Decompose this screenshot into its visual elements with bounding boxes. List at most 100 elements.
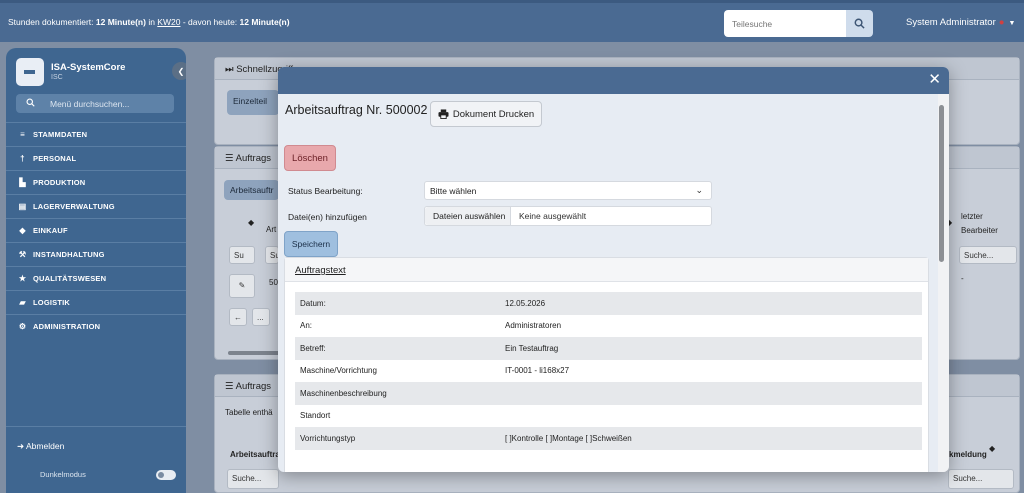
row-key: Maschine/Vorrichtung <box>300 366 377 376</box>
printer-icon <box>438 109 449 119</box>
star-icon: ★ <box>18 274 27 283</box>
orders-tab[interactable]: Arbeitsauftr <box>224 180 279 200</box>
status-select[interactable]: Bitte wählen ⌄ <box>424 181 712 200</box>
page-ellipsis[interactable]: ... <box>252 308 270 326</box>
brand-name: ISA-SystemCore <box>51 62 126 73</box>
col-last-editor-2: Bearbeiter <box>961 226 998 235</box>
chevron-down-icon: ▼ <box>1008 20 1016 27</box>
users-cog-icon: ⚙ <box>18 322 27 331</box>
sidebar-item-label: PRODUKTION <box>33 178 86 187</box>
work-order-modal: ✕ Arbeitsauftrag Nr. 500002 Dokument Dru… <box>278 67 949 472</box>
sidebar-item-label: EINKAUF <box>33 226 68 235</box>
logout-link[interactable]: ➜ Abmelden <box>17 441 64 452</box>
row-key: Betreff: <box>300 343 326 353</box>
table-row: Standort <box>295 405 922 428</box>
files-status: Keine ausgewählt <box>519 211 587 221</box>
search-icon <box>26 98 35 109</box>
filter-field[interactable]: Suche... <box>227 469 279 489</box>
sidebar-item-lagerverwaltung[interactable]: ▤ LAGERVERWALTUNG <box>6 194 186 218</box>
modal-body: Arbeitsauftrag Nr. 500002 Dokument Druck… <box>278 94 938 472</box>
table-row: Maschinenbeschreibung <box>295 382 922 405</box>
col-meldung: kmeldung <box>949 450 987 459</box>
sort-icon[interactable]: ◆ <box>248 218 254 227</box>
save-button[interactable]: Speichern <box>284 231 338 257</box>
notification-icon[interactable]: ● <box>999 17 1005 28</box>
dark-mode-toggle[interactable] <box>156 470 176 480</box>
sidebar-item-logistik[interactable]: ▰ LOGISTIK <box>6 290 186 314</box>
sidebar-item-administration[interactable]: ⚙ ADMINISTRATION <box>6 314 186 338</box>
row-dash: - <box>961 274 964 283</box>
print-label: Dokument Drucken <box>452 108 535 120</box>
filter-field[interactable]: Su <box>229 246 255 264</box>
table-scrollbar[interactable] <box>228 351 280 355</box>
sidebar-nav: ≡ STAMMDATEN † PERSONAL ▙ PRODUKTION ▤ LAGER… <box>6 122 186 338</box>
sidebar: ISA-SystemCore ISC ❮ Menü durchsuchen...… <box>6 48 186 493</box>
table-row: Betreff: Ein Testauftrag <box>295 337 922 360</box>
table-row: An: Administratoren <box>295 315 922 338</box>
dark-mode-label: Dunkelmodus <box>40 470 86 479</box>
choose-files-button[interactable]: Dateien auswählen <box>425 207 511 225</box>
sort-icon[interactable]: ◆ <box>989 444 995 453</box>
truck-icon: ▰ <box>19 298 26 307</box>
order-text-title: Auftragstext <box>285 258 928 282</box>
col-art: Art <box>266 225 277 234</box>
sidebar-item-label: ADMINISTRATION <box>33 322 101 331</box>
hours-in: in <box>145 17 158 27</box>
col-last-editor-1: letzter <box>961 212 983 221</box>
table-row: Vorrichtungstyp [ ]Kontrolle [ ]Montage [… <box>295 427 922 450</box>
file-input[interactable]: Dateien auswählen Keine ausgewählt <box>424 206 712 226</box>
orders-title: Auftrags <box>235 153 272 164</box>
files-label: Datei(en) hinzufügen <box>288 212 367 222</box>
brand-sub: ISC <box>51 74 63 81</box>
sidebar-item-instandhaltung[interactable]: ⚒ INSTANDHALTUNG <box>6 242 186 266</box>
row-key: Standort <box>300 411 331 421</box>
delete-button[interactable]: Löschen <box>284 145 336 171</box>
list-icon: ☰ <box>225 381 236 392</box>
filter-field[interactable]: Suche... <box>948 469 1014 489</box>
hours-value: 12 Minute(n) <box>95 17 146 27</box>
list-icon: ☰ <box>225 153 236 164</box>
collapse-sidebar-button[interactable]: ❮ <box>172 62 186 80</box>
cart-icon: ◆ <box>19 226 26 235</box>
row-key: An: <box>300 321 313 331</box>
close-icon[interactable]: ✕ <box>928 71 941 89</box>
print-document-button[interactable]: Dokument Drucken <box>430 101 542 127</box>
menu-search-input[interactable]: Menü durchsuchen... <box>16 94 174 113</box>
sidebar-item-produktion[interactable]: ▙ PRODUKTION <box>6 170 186 194</box>
part-search-input[interactable] <box>724 10 846 37</box>
row-key: Datum: <box>300 298 326 308</box>
row-key: Maschinenbeschreibung <box>300 388 387 398</box>
order-details-table: Datum: 12.05.2026 An: Administratoren Betr… <box>295 292 922 450</box>
sidebar-item-personal[interactable]: † PERSONAL <box>6 146 186 170</box>
modal-title: Arbeitsauftrag Nr. 500002 <box>285 103 428 117</box>
sidebar-item-label: STAMMDATEN <box>33 130 88 139</box>
edit-button[interactable]: ✎ <box>229 274 255 298</box>
chevron-down-icon: ⌄ <box>695 185 703 195</box>
week-link[interactable]: KW20 <box>157 17 180 27</box>
user-menu[interactable]: System Administrator ● ▼ <box>906 17 1015 28</box>
modal-scrollbar[interactable] <box>939 105 944 262</box>
table-info-text: Tabelle enthä <box>225 408 273 417</box>
sidebar-item-label: LOGISTIK <box>33 298 71 307</box>
order-text-card: Auftragstext Datum: 12.05.2026 An: Adminis… <box>284 257 929 472</box>
quick-tab-einzelteil[interactable]: Einzelteil <box>227 90 279 115</box>
edit-icon: ✎ <box>238 281 246 290</box>
wrench-icon: ⚒ <box>18 250 27 259</box>
top-bar: Stunden dokumentiert: 12 Minute(n) in KW… <box>0 0 1024 42</box>
sidebar-divider <box>6 426 186 427</box>
app-logo <box>16 58 44 86</box>
sidebar-item-einkauf[interactable]: ◆ EINKAUF <box>6 218 186 242</box>
today-prefix: - davon heute: <box>180 17 240 27</box>
page-prev-button[interactable]: ← <box>229 308 247 326</box>
sidebar-item-stammdaten[interactable]: ≡ STAMMDATEN <box>6 122 186 146</box>
row-number: 50 <box>269 278 278 287</box>
status-label: Status Bearbeitung: <box>288 186 363 196</box>
filter-field[interactable]: Suche... <box>959 246 1017 264</box>
search-button[interactable] <box>846 10 873 37</box>
database-icon: ≡ <box>20 130 25 139</box>
row-value: IT-0001 - li168x27 <box>505 366 570 376</box>
search-icon <box>854 18 865 29</box>
filter-field[interactable]: Su <box>265 246 280 264</box>
sidebar-item-qualitaetswesen[interactable]: ★ QUALITÄTSWESEN <box>6 266 186 290</box>
hours-prefix: Stunden dokumentiert: <box>8 17 96 27</box>
